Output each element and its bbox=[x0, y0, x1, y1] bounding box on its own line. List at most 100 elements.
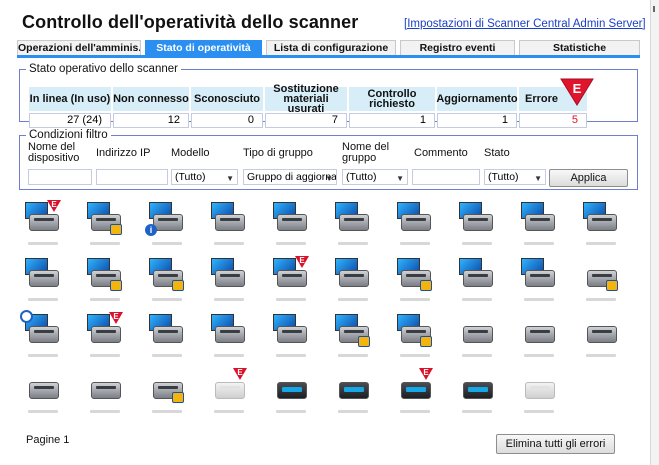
scanner-tile[interactable] bbox=[20, 310, 65, 360]
scanner-name-placeholder bbox=[400, 354, 430, 357]
scanner-icon bbox=[29, 382, 59, 399]
tab-operation-status[interactable]: Stato di operatività bbox=[145, 40, 262, 55]
scanner-name-placeholder bbox=[462, 410, 492, 413]
scanner-name-placeholder bbox=[524, 298, 554, 301]
update-badge-icon bbox=[606, 280, 618, 291]
scanner-tile[interactable] bbox=[209, 200, 251, 248]
scrollbar-thumb[interactable] bbox=[653, 6, 655, 12]
scanner-tile[interactable]: i bbox=[145, 200, 189, 248]
scanner-icon bbox=[153, 326, 183, 343]
scanner-name-placeholder bbox=[28, 242, 58, 245]
tab-configuration-list[interactable]: Lista di configurazione bbox=[266, 40, 396, 55]
window-scrollbar[interactable] bbox=[650, 0, 659, 465]
status-select[interactable]: (Tutto) ▼ bbox=[484, 169, 546, 185]
scanner-tile[interactable] bbox=[147, 312, 189, 360]
scanner-icon bbox=[587, 214, 617, 231]
scanner-tile[interactable] bbox=[581, 312, 623, 360]
status-header-unknown: Sconosciuto bbox=[191, 87, 263, 111]
device-name-input[interactable] bbox=[28, 169, 92, 185]
scanner-tile[interactable] bbox=[23, 368, 65, 416]
scanner-tile[interactable] bbox=[271, 312, 313, 360]
scanner-name-placeholder bbox=[90, 410, 120, 413]
clear-all-errors-button[interactable]: Elimina tutti gli errori bbox=[496, 434, 615, 454]
scanner-tile[interactable] bbox=[23, 256, 65, 304]
scanner-tile[interactable] bbox=[147, 256, 189, 304]
scanner-icon bbox=[277, 382, 307, 399]
scanner-icon bbox=[525, 382, 555, 399]
tab-admin-operations[interactable]: Operazioni dell'amminis... bbox=[17, 40, 141, 55]
scanner-tile[interactable] bbox=[333, 256, 375, 304]
scanner-tile[interactable] bbox=[333, 368, 375, 416]
scanner-tile[interactable] bbox=[457, 368, 499, 416]
scanner-tile[interactable] bbox=[333, 200, 375, 248]
scanner-tile[interactable]: E bbox=[209, 368, 251, 416]
scanner-tile[interactable] bbox=[333, 312, 375, 360]
error-marker-icon: E bbox=[560, 78, 594, 106]
scanner-icon bbox=[277, 270, 307, 287]
tab-statistics[interactable]: Statistiche bbox=[519, 40, 640, 55]
scanner-tile[interactable] bbox=[519, 200, 561, 248]
scanner-name-placeholder bbox=[276, 242, 306, 245]
scanner-tile[interactable] bbox=[85, 256, 127, 304]
scanner-name-placeholder bbox=[524, 354, 554, 357]
scanner-tile[interactable] bbox=[85, 368, 127, 416]
scanner-tile[interactable] bbox=[457, 312, 499, 360]
update-badge-icon bbox=[110, 224, 122, 235]
scanner-name-placeholder bbox=[400, 410, 430, 413]
scanner-tile[interactable] bbox=[209, 256, 251, 304]
status-value-consumables: 7 bbox=[265, 113, 347, 128]
scanner-tile[interactable] bbox=[209, 312, 251, 360]
status-value-error: 5 bbox=[519, 113, 587, 128]
update-badge-icon bbox=[358, 336, 370, 347]
scanner-tile[interactable]: E bbox=[271, 256, 313, 304]
scanner-tile[interactable] bbox=[271, 368, 313, 416]
scanner-icon bbox=[29, 270, 59, 287]
scanner-tile[interactable] bbox=[457, 200, 499, 248]
apply-button[interactable]: Applica bbox=[549, 169, 628, 187]
model-select[interactable]: (Tutto) ▼ bbox=[171, 169, 238, 185]
settings-link[interactable]: [Impostazioni di Scanner Central Admin S… bbox=[404, 18, 646, 30]
scanner-tile[interactable] bbox=[519, 368, 561, 416]
ip-address-input[interactable] bbox=[96, 169, 168, 185]
status-panel-legend: Stato operativo dello scanner bbox=[29, 63, 178, 75]
group-type-select[interactable]: Gruppo di aggiorna ▼ bbox=[243, 169, 337, 185]
group-type-select-value: Gruppo di aggiorna bbox=[247, 171, 337, 183]
scanner-tile[interactable] bbox=[581, 200, 623, 248]
scanner-tile[interactable] bbox=[395, 256, 437, 304]
scanner-name-placeholder bbox=[276, 410, 306, 413]
scanner-name-placeholder bbox=[338, 242, 368, 245]
scanner-name-placeholder bbox=[462, 242, 492, 245]
scanner-icon bbox=[29, 326, 59, 343]
status-col-online: In linea (In uso) 27 (24) bbox=[29, 87, 111, 128]
scanner-tile[interactable]: E bbox=[85, 312, 127, 360]
scanner-name-placeholder bbox=[276, 354, 306, 357]
tab-event-log[interactable]: Registro eventi bbox=[400, 40, 515, 55]
comment-input[interactable] bbox=[412, 169, 480, 185]
scanner-name-placeholder bbox=[90, 298, 120, 301]
scanner-name-placeholder bbox=[462, 298, 492, 301]
scanner-name-placeholder bbox=[152, 242, 182, 245]
scanner-name-placeholder bbox=[586, 298, 616, 301]
scanner-tile[interactable] bbox=[147, 368, 189, 416]
scanner-name-placeholder bbox=[586, 354, 616, 357]
label-comment: Commento bbox=[414, 147, 468, 159]
status-value-online: 27 (24) bbox=[29, 113, 111, 128]
scanner-tile[interactable] bbox=[395, 200, 437, 248]
filter-panel-legend: Condizioni filtro bbox=[29, 129, 108, 141]
scanner-icon bbox=[215, 382, 245, 399]
page-title: Controllo dell'operatività dello scanner bbox=[22, 12, 359, 32]
scanner-tile[interactable] bbox=[519, 256, 561, 304]
scanner-tile[interactable] bbox=[457, 256, 499, 304]
scanner-tile[interactable] bbox=[519, 312, 561, 360]
group-name-select-value: (Tutto) bbox=[346, 171, 377, 183]
scanner-tile[interactable] bbox=[85, 200, 127, 248]
group-name-select[interactable]: (Tutto) ▼ bbox=[342, 169, 408, 185]
clock-badge-icon bbox=[20, 310, 33, 323]
scanner-tile[interactable] bbox=[581, 256, 623, 304]
status-col-check-required: Controllo richiesto 1 bbox=[349, 87, 435, 128]
status-panel: Stato operativo dello scanner In linea (… bbox=[19, 63, 638, 128]
scanner-tile[interactable] bbox=[271, 200, 313, 248]
scanner-tile[interactable] bbox=[395, 312, 437, 360]
scanner-tile[interactable]: E bbox=[395, 368, 437, 416]
scanner-tile[interactable]: E bbox=[23, 200, 65, 248]
